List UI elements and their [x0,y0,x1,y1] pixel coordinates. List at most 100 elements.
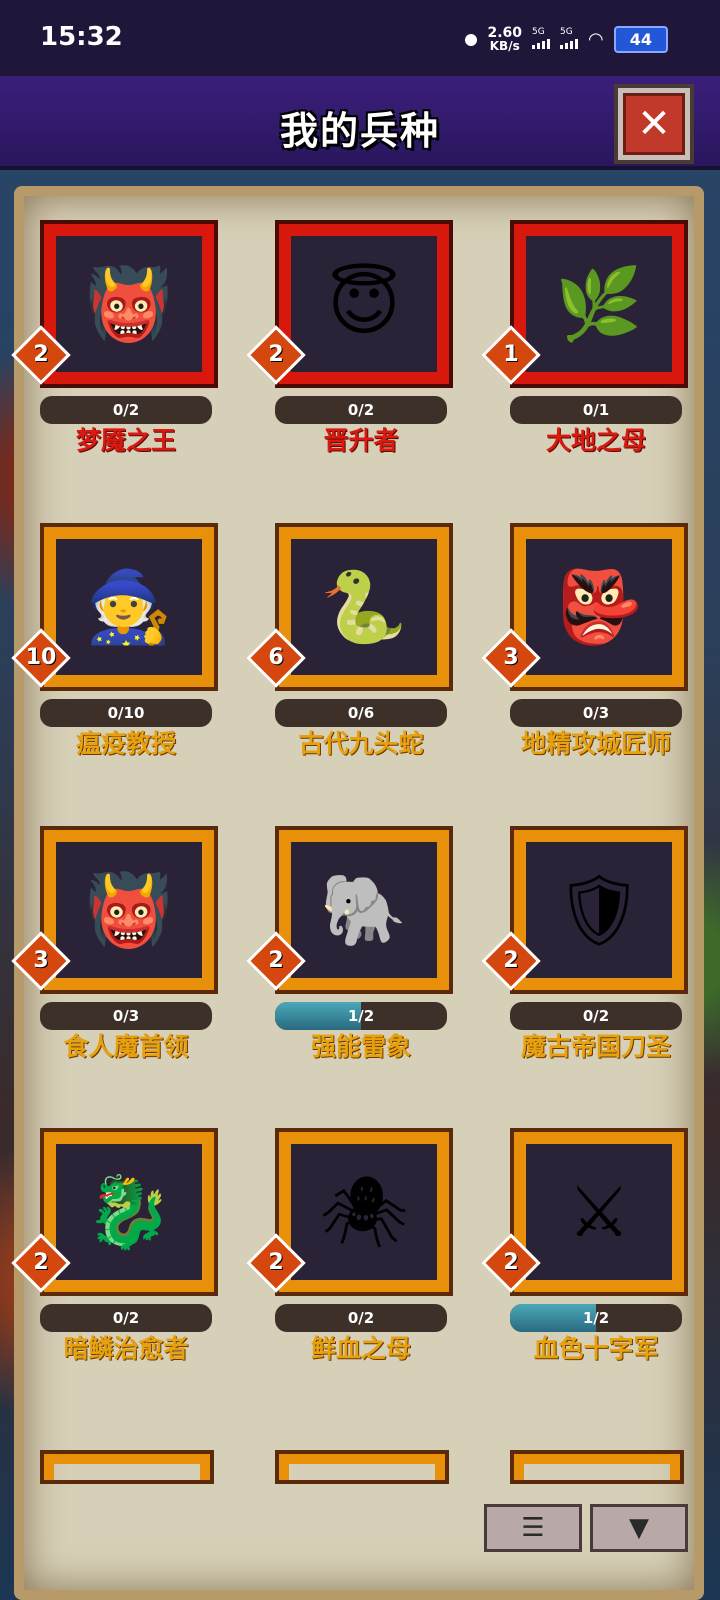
progress-bar: 0/2 [510,1002,682,1030]
unit-portrait: 👺 [555,565,643,648]
unit-name: 血色十字军 [533,1334,659,1363]
unit-portrait-frame: 🛡 [510,826,688,994]
progress-text: 0/2 [347,401,375,419]
unit-portrait: 👹 [85,868,173,951]
unit-count: 2 [33,1250,49,1275]
filter-icon: ▼ [629,1513,649,1543]
network-speed: 2.60 KB/s [487,24,523,53]
unit-portrait-frame: 👺 [510,523,688,691]
unit-count: 10 [25,645,57,670]
progress-bar: 0/2 [40,1304,212,1332]
unit-name: 古代九头蛇 [298,729,424,758]
progress-text: 0/10 [107,704,145,722]
unit-portrait: ⚔ [567,1171,631,1253]
unit-portrait-frame: 👹 [40,826,218,994]
unit-portrait: 🐍 [320,565,408,648]
unit-card[interactable]: 👹 2 0/2 梦魇之王 [11,200,222,480]
unit-portrait-frame: 🐍 [275,523,453,691]
unit-card[interactable]: 🌿 1 0/1 大地之母 [481,200,692,480]
unit-portrait-frame: 🌿 [510,220,688,388]
unit-portrait: 🛡 [554,868,644,951]
unit-portrait: 🌿 [555,262,643,345]
unit-portrait-frame: ⚔ [510,1128,688,1296]
signal-label: 5G [532,26,545,37]
unit-count: 2 [33,342,49,367]
progress-text: 0/2 [112,401,140,419]
unit-count: 2 [503,1250,519,1275]
progress-bar: 0/2 [275,396,447,424]
status-icons: 2.60 KB/s 5G 5G ◠ 44 [465,26,668,53]
progress-bar: 1/2 [275,1002,447,1030]
progress-bar: 0/10 [40,699,212,727]
wifi-icon: ◠ [588,29,604,50]
unit-portrait: 🐉 [85,1170,173,1253]
signal-label: 5G [560,26,573,37]
unit-portrait: 👹 [85,262,173,345]
progress-text: 0/1 [582,401,610,419]
unit-count: 2 [503,948,519,973]
list-icon: ☰ [521,1513,545,1543]
unit-card[interactable]: 🐍 6 0/6 古代九头蛇 [246,503,457,783]
unit-card[interactable]: 🐉 2 0/2 暗鳞治愈者 [11,1108,222,1388]
battery-level: 44 [613,26,668,53]
unit-card-partial[interactable] [40,1450,214,1484]
unit-count: 3 [33,948,49,973]
unit-count: 3 [503,645,519,670]
progress-text: 0/3 [112,1007,140,1025]
filter-button[interactable]: ▼ [590,1504,688,1552]
unit-card[interactable]: 🛡 2 0/2 魔古帝国刀圣 [481,806,692,1086]
speed-value: 2.60 [487,24,523,41]
unit-name: 晋升者 [323,426,399,455]
unit-name: 瘟疫教授 [75,729,176,758]
progress-bar: 0/6 [275,699,447,727]
progress-bar: 1/2 [510,1304,682,1332]
list-view-button[interactable]: ☰ [484,1504,582,1552]
unit-count: 2 [268,1250,284,1275]
unit-portrait: 🐘 [320,868,408,951]
progress-text: 0/6 [347,704,375,722]
unit-portrait-frame: 🐘 [275,826,453,994]
unit-card[interactable]: 👺 3 0/3 地精攻城匠师 [481,503,692,783]
unit-count: 2 [268,342,284,367]
progress-bar: 0/2 [275,1304,447,1332]
unit-card-partial[interactable] [275,1450,449,1484]
unit-portrait-frame: 👹 [40,220,218,388]
progress-text: 0/2 [582,1007,610,1025]
close-button[interactable]: ✕ [614,84,694,164]
unit-name: 暗鳞治愈者 [63,1334,189,1363]
progress-text: 1/2 [347,1007,375,1025]
progress-bar: 0/3 [510,699,682,727]
unit-card[interactable]: 🕷 2 0/2 鲜血之母 [246,1108,457,1388]
unit-name: 大地之母 [545,426,646,455]
unit-portrait-frame: 🕷 [275,1128,453,1296]
speed-unit: KB/s [489,38,520,53]
progress-bar: 0/3 [40,1002,212,1030]
unit-card[interactable]: 🧙 10 0/10 瘟疫教授 [11,503,222,783]
unit-portrait-frame: 🧙 [40,523,218,691]
signal-icon: 5G [560,27,579,49]
unit-name: 地精攻城匠师 [520,729,671,758]
unit-portrait: 😇 [327,263,401,345]
unit-name: 梦魇之王 [75,426,176,455]
unit-portrait: 🧙 [85,565,173,648]
unit-card-partial[interactable] [510,1450,684,1484]
unit-name: 魔古帝国刀圣 [520,1032,671,1061]
progress-text: 0/3 [582,704,610,722]
alarm-icon [465,33,478,46]
progress-text: 0/2 [112,1309,140,1327]
unit-count: 2 [268,948,284,973]
progress-bar: 0/2 [40,396,212,424]
close-icon: ✕ [623,93,685,155]
progress-text: 1/2 [582,1309,610,1327]
title-bar: 我的兵种 [0,76,720,170]
unit-card[interactable]: 😇 2 0/2 晋升者 [246,200,457,480]
unit-card[interactable]: ⚔ 2 1/2 血色十字军 [481,1108,692,1388]
unit-card[interactable]: 👹 3 0/3 食人魔首领 [11,806,222,1086]
progress-bar: 0/1 [510,396,682,424]
page-title: 我的兵种 [279,109,440,153]
unit-count: 1 [503,342,519,367]
unit-portrait-frame: 🐉 [40,1128,218,1296]
unit-portrait-frame: 😇 [275,220,453,388]
status-bar: 15:32 2.60 KB/s 5G 5G ◠ 44 [0,0,720,76]
unit-card[interactable]: 🐘 2 1/2 强能雷象 [246,806,457,1086]
